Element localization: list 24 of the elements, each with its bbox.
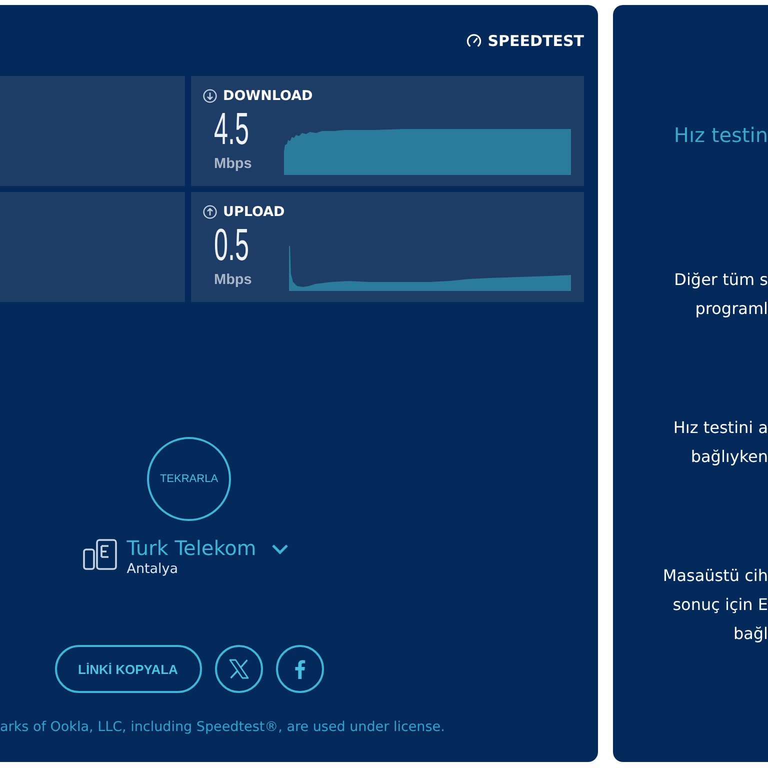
share-facebook-button[interactable] xyxy=(276,645,324,693)
gauge-icon xyxy=(466,32,482,48)
info-paragraph: Hız testini a bağlıyken xyxy=(673,417,768,468)
share-x-button[interactable] xyxy=(214,645,262,693)
chevron-down-icon[interactable] xyxy=(271,543,290,555)
speed-value: 4.5 xyxy=(214,106,250,151)
server-location: Antalya xyxy=(126,560,178,579)
speed-unit: Mbps xyxy=(214,155,252,173)
x-logo-icon xyxy=(226,657,250,681)
brand-logo-text: SPEEDTEST xyxy=(488,32,584,50)
copy-link-button[interactable]: LİNKİ KOPYALA xyxy=(54,645,202,693)
repeat-test-button[interactable]: TEKRARLA xyxy=(147,437,231,521)
server-provider-name: Turk Telekom xyxy=(126,537,256,559)
result-label: DOWNLOAD xyxy=(223,89,313,103)
phone-and-server-icon xyxy=(82,539,117,570)
down-arrow-circle-icon xyxy=(203,89,217,103)
result-label: UPLOAD xyxy=(223,205,285,219)
up-arrow-circle-icon xyxy=(203,205,217,219)
info-title: Hız testin xyxy=(674,123,768,147)
info-paragraph: Masaüstü cih sonuç için E bağl xyxy=(662,565,768,645)
license-footer-text: arks of Ookla, LLC, including Speedtest®, are used under license. xyxy=(0,719,445,735)
speed-unit: Mbps xyxy=(214,271,252,289)
speed-value: 0.5 xyxy=(214,222,250,267)
info-paragraph: Diğer tüm s programl xyxy=(674,269,768,320)
